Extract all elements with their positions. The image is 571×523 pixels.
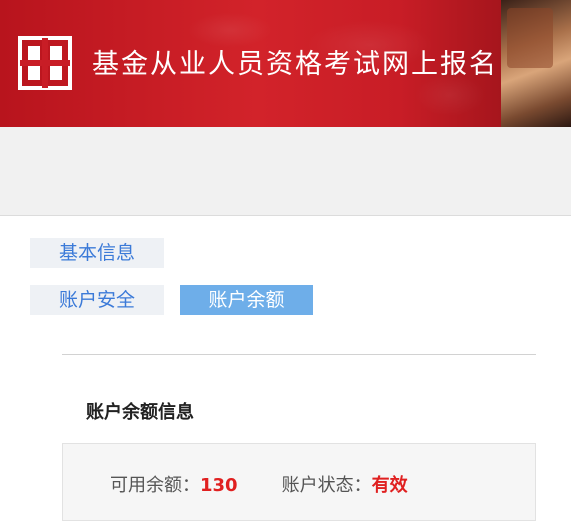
account-status-label: 账户状态： [281, 475, 372, 496]
hotline-bar [0, 127, 571, 216]
tab-account-security[interactable]: 账户安全 [30, 285, 164, 315]
header-banner: 基金从业人员资格考试网上报名 [0, 0, 571, 127]
available-balance-label: 可用余额： [110, 475, 200, 496]
divider [62, 354, 536, 355]
tab-basic-info[interactable]: 基本信息 [30, 238, 164, 268]
available-balance-value: 130 [200, 475, 238, 496]
balance-row: 可用余额：130 账户状态：有效 [110, 471, 408, 497]
site-title: 基金从业人员资格考试网上报名 [92, 49, 498, 80]
section-title: 账户余额信息 [86, 402, 194, 423]
seal-face [507, 8, 553, 68]
balance-info-box: 可用余额：130 账户状态：有效 [62, 443, 536, 521]
tab-account-balance[interactable]: 账户余额 [180, 285, 313, 315]
seal-image [501, 0, 571, 127]
account-status-value: 有效 [371, 475, 408, 496]
cfa-logo-icon [18, 36, 72, 90]
